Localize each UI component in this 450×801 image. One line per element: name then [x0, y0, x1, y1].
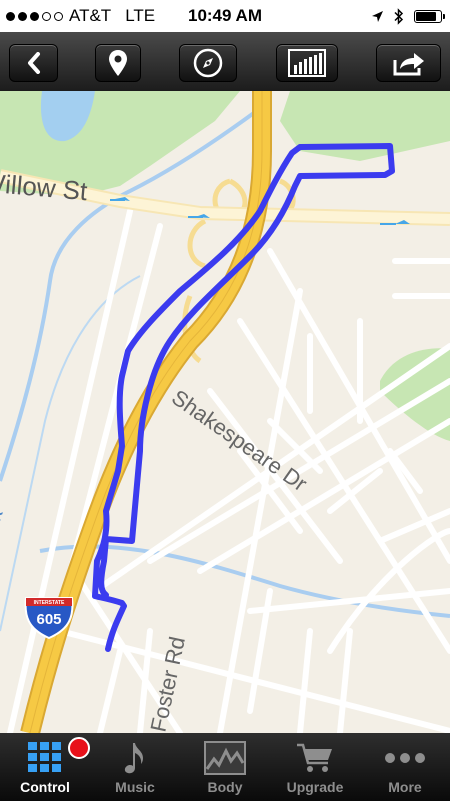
- map-pin-icon: [109, 50, 127, 76]
- cart-icon: [296, 739, 334, 777]
- battery-icon: [414, 9, 445, 23]
- status-right: [371, 0, 445, 32]
- activity-graph-icon: [204, 739, 246, 777]
- bar-chart-icon: [288, 49, 326, 77]
- back-button[interactable]: [9, 44, 58, 82]
- share-arrow-icon: [393, 53, 424, 76]
- share-button[interactable]: [376, 44, 441, 82]
- tab-label-control: Control: [20, 779, 70, 795]
- route-map[interactable]: Willow St Shakespeare Dr Foster Rd eek I…: [0, 91, 450, 733]
- compass-icon: [193, 48, 223, 78]
- tab-more[interactable]: More: [360, 733, 450, 801]
- foster-road-label: Foster Rd: [145, 634, 190, 733]
- chevron-left-icon: [27, 52, 40, 74]
- tab-bar: Control Music Body Upgrade More: [0, 733, 450, 801]
- tab-control[interactable]: Control: [0, 733, 90, 801]
- location-arrow-icon: [372, 10, 383, 22]
- tab-label-upgrade: Upgrade: [286, 779, 344, 795]
- stats-button[interactable]: [276, 44, 338, 82]
- recording-indicator: [68, 737, 90, 759]
- more-dots-icon: [384, 739, 426, 777]
- creek-label: eek: [0, 505, 8, 547]
- shield-number: 605: [36, 611, 61, 628]
- tab-upgrade[interactable]: Upgrade: [270, 733, 360, 801]
- tab-body[interactable]: Body: [180, 733, 270, 801]
- status-bar: AT&T LTE 10:49 AM: [0, 0, 450, 32]
- park-area: [280, 91, 450, 161]
- map-canvas[interactable]: Willow St Shakespeare Dr Foster Rd eek I…: [0, 91, 450, 733]
- tab-music[interactable]: Music: [90, 733, 180, 801]
- bluetooth-icon: [394, 7, 404, 25]
- compass-button[interactable]: [179, 44, 237, 82]
- tab-label-more: More: [388, 779, 422, 795]
- grid-icon: [28, 737, 90, 777]
- tab-label-music: Music: [115, 779, 155, 795]
- map-toolbar: [0, 32, 450, 91]
- shield-top-label: INTERSTATE: [34, 600, 65, 606]
- tab-label-body: Body: [207, 779, 243, 795]
- music-note-icon: [123, 739, 147, 777]
- location-button[interactable]: [95, 44, 141, 82]
